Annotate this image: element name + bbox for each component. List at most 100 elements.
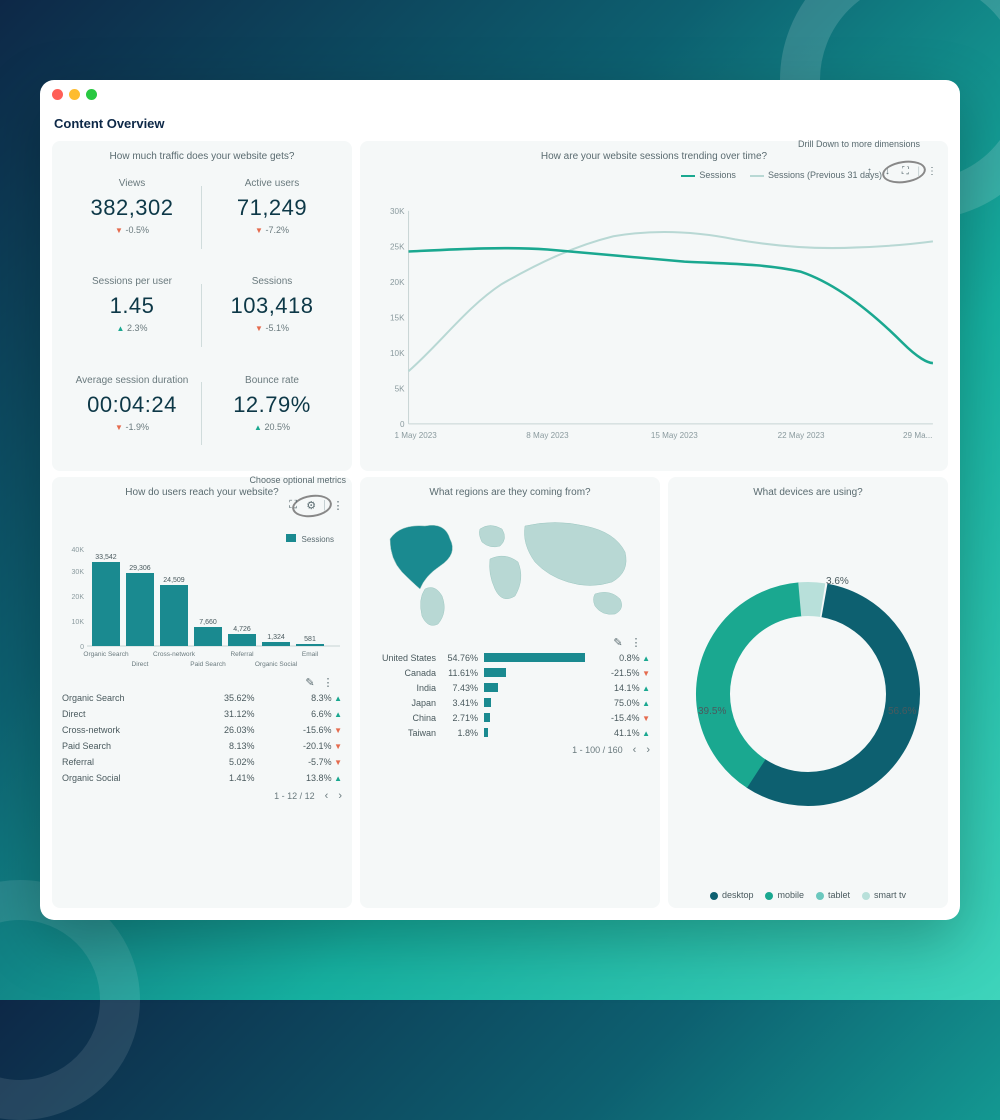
kpi-value: 1.45 <box>68 293 196 319</box>
table-row: Paid Search8.13% -20.1% ▼ <box>62 738 342 754</box>
card-devices: What devices are using? 56.6% 39.5% 3.6%… <box>668 477 948 908</box>
kpi-label: Sessions <box>208 276 336 287</box>
more-icon[interactable]: ⋮ <box>926 165 938 177</box>
minimize-icon[interactable] <box>69 89 80 100</box>
next-icon[interactable]: › <box>646 744 650 756</box>
kpi-delta: ▼ -5.1% <box>208 323 336 333</box>
svg-text:29 Ma...: 29 Ma... <box>903 431 932 440</box>
window-titlebar <box>40 80 960 108</box>
legend-item: desktop <box>710 890 754 900</box>
slice-label: 56.6% <box>888 706 916 717</box>
svg-text:7,660: 7,660 <box>199 619 217 626</box>
world-map <box>370 504 650 634</box>
donut-legend: desktop mobile tablet smart tv <box>678 884 938 900</box>
more-icon[interactable]: ⋮ <box>332 499 344 511</box>
table-row: Canada11.61% -21.5% ▼ <box>370 665 650 680</box>
svg-text:20K: 20K <box>72 594 85 601</box>
card-title: How much traffic does your website gets? <box>62 151 342 162</box>
kpi-delta: ▼ -0.5% <box>68 225 196 235</box>
card-title: How are your website sessions trending o… <box>370 151 938 162</box>
card-title: How do users reach your website? <box>62 487 342 498</box>
kpi-tile: Bounce rate 12.79% ▲ 20.5% <box>202 365 342 463</box>
kpi-label: Views <box>68 178 196 189</box>
kpi-tile: Sessions per user 1.45 ▲ 2.3% <box>62 266 202 364</box>
table-row: Organic Search35.62% 8.3% ▲ <box>62 690 342 706</box>
maximize-icon[interactable] <box>86 89 97 100</box>
card-traffic: How much traffic does your website gets?… <box>52 141 352 471</box>
more-icon[interactable]: ⋮ <box>630 636 642 648</box>
kpi-tile: Views 382,302 ▼ -0.5% <box>62 168 202 266</box>
kpi-tile: Active users 71,249 ▼ -7.2% <box>202 168 342 266</box>
svg-text:Email: Email <box>302 651 319 658</box>
card-title: What devices are using? <box>678 487 938 498</box>
kpi-delta: ▲ 2.3% <box>68 323 196 333</box>
edit-icon[interactable]: ✎ <box>612 636 624 648</box>
svg-text:5K: 5K <box>395 384 406 393</box>
close-icon[interactable] <box>52 89 63 100</box>
arrow-down-icon[interactable]: ↓ <box>881 165 893 177</box>
table-row: Cross-network26.03% -15.6% ▼ <box>62 722 342 738</box>
kpi-value: 71,249 <box>208 195 336 221</box>
card-trend: How are your website sessions trending o… <box>360 141 948 471</box>
regions-table: United States54.76% 0.8% ▲Canada11.61% -… <box>370 650 650 740</box>
svg-text:0: 0 <box>400 420 405 429</box>
annotation-drill-down: Drill Down to more dimensions <box>798 139 920 149</box>
gear-icon[interactable]: ⚙ <box>305 499 317 511</box>
expand-icon[interactable]: ⛶ <box>287 499 299 511</box>
svg-text:22 May 2023: 22 May 2023 <box>778 431 825 440</box>
pager: 1 - 12 / 12 ‹ › <box>62 786 342 802</box>
table-row: China2.71% -15.4% ▼ <box>370 710 650 725</box>
expand-icon[interactable]: ⛶ <box>899 165 911 177</box>
svg-text:15 May 2023: 15 May 2023 <box>651 431 698 440</box>
svg-text:1 May 2023: 1 May 2023 <box>394 431 437 440</box>
table-row: Direct31.12% 6.6% ▲ <box>62 706 342 722</box>
table-row: Organic Social1.41% 13.8% ▲ <box>62 770 342 786</box>
edit-icon[interactable]: ✎ <box>304 676 316 688</box>
arrow-up-icon[interactable]: ↑ <box>863 165 875 177</box>
kpi-value: 00:04:24 <box>68 392 196 418</box>
svg-text:10K: 10K <box>390 349 405 358</box>
svg-text:Referral: Referral <box>230 651 254 658</box>
prev-icon[interactable]: ‹ <box>633 744 637 756</box>
svg-text:Cross-network: Cross-network <box>153 651 196 658</box>
kpi-delta: ▼ -7.2% <box>208 225 336 235</box>
svg-text:0: 0 <box>80 644 84 651</box>
table-row: Referral5.02% -5.7% ▼ <box>62 754 342 770</box>
svg-text:15K: 15K <box>390 313 405 322</box>
svg-text:24,509: 24,509 <box>163 577 185 584</box>
svg-text:29,306: 29,306 <box>129 565 151 572</box>
devices-donut-chart: 56.6% 39.5% 3.6% <box>678 504 938 884</box>
prev-icon[interactable]: ‹ <box>325 790 329 802</box>
page-title: Content Overview <box>52 114 948 135</box>
legend-item: Sessions (Previous 31 days) <box>750 170 882 180</box>
trend-line-chart: 05K10K 15K20K25K30K 1 May 20238 May 2023… <box>370 182 938 463</box>
svg-text:25K: 25K <box>390 242 405 251</box>
svg-text:4,726: 4,726 <box>233 626 251 633</box>
slice-label: 3.6% <box>826 576 849 587</box>
kpi-value: 382,302 <box>68 195 196 221</box>
legend-item: mobile <box>765 890 804 900</box>
card-regions: What regions are they coming from? ✎ ⋮ <box>360 477 660 908</box>
svg-text:Paid Search: Paid Search <box>190 661 226 668</box>
legend-item: tablet <box>816 890 850 900</box>
more-icon[interactable]: ⋮ <box>322 676 334 688</box>
kpi-label: Average session duration <box>68 375 196 386</box>
svg-text:40K: 40K <box>72 547 85 554</box>
dashboard-content: Content Overview How much traffic does y… <box>40 108 960 920</box>
svg-text:30K: 30K <box>72 569 85 576</box>
reach-table: Organic Search35.62% 8.3% ▲Direct31.12% … <box>62 690 342 786</box>
kpi-delta: ▼ -1.9% <box>68 422 196 432</box>
legend-item: Sessions <box>681 170 736 180</box>
svg-text:10K: 10K <box>72 619 85 626</box>
table-row: India7.43% 14.1% ▲ <box>370 680 650 695</box>
pager: 1 - 100 / 160 ‹ › <box>370 740 650 756</box>
svg-text:30K: 30K <box>390 207 405 216</box>
svg-text:581: 581 <box>304 636 316 643</box>
card-toolbar: ↑ ↓ ⛶ | ⋮ <box>863 165 938 177</box>
kpi-tile: Average session duration 00:04:24 ▼ -1.9… <box>62 365 202 463</box>
next-icon[interactable]: › <box>338 790 342 802</box>
svg-text:Organic Social: Organic Social <box>255 661 298 668</box>
slice-label: 39.5% <box>698 706 726 717</box>
kpi-value: 12.79% <box>208 392 336 418</box>
svg-text:1,324: 1,324 <box>267 634 285 641</box>
